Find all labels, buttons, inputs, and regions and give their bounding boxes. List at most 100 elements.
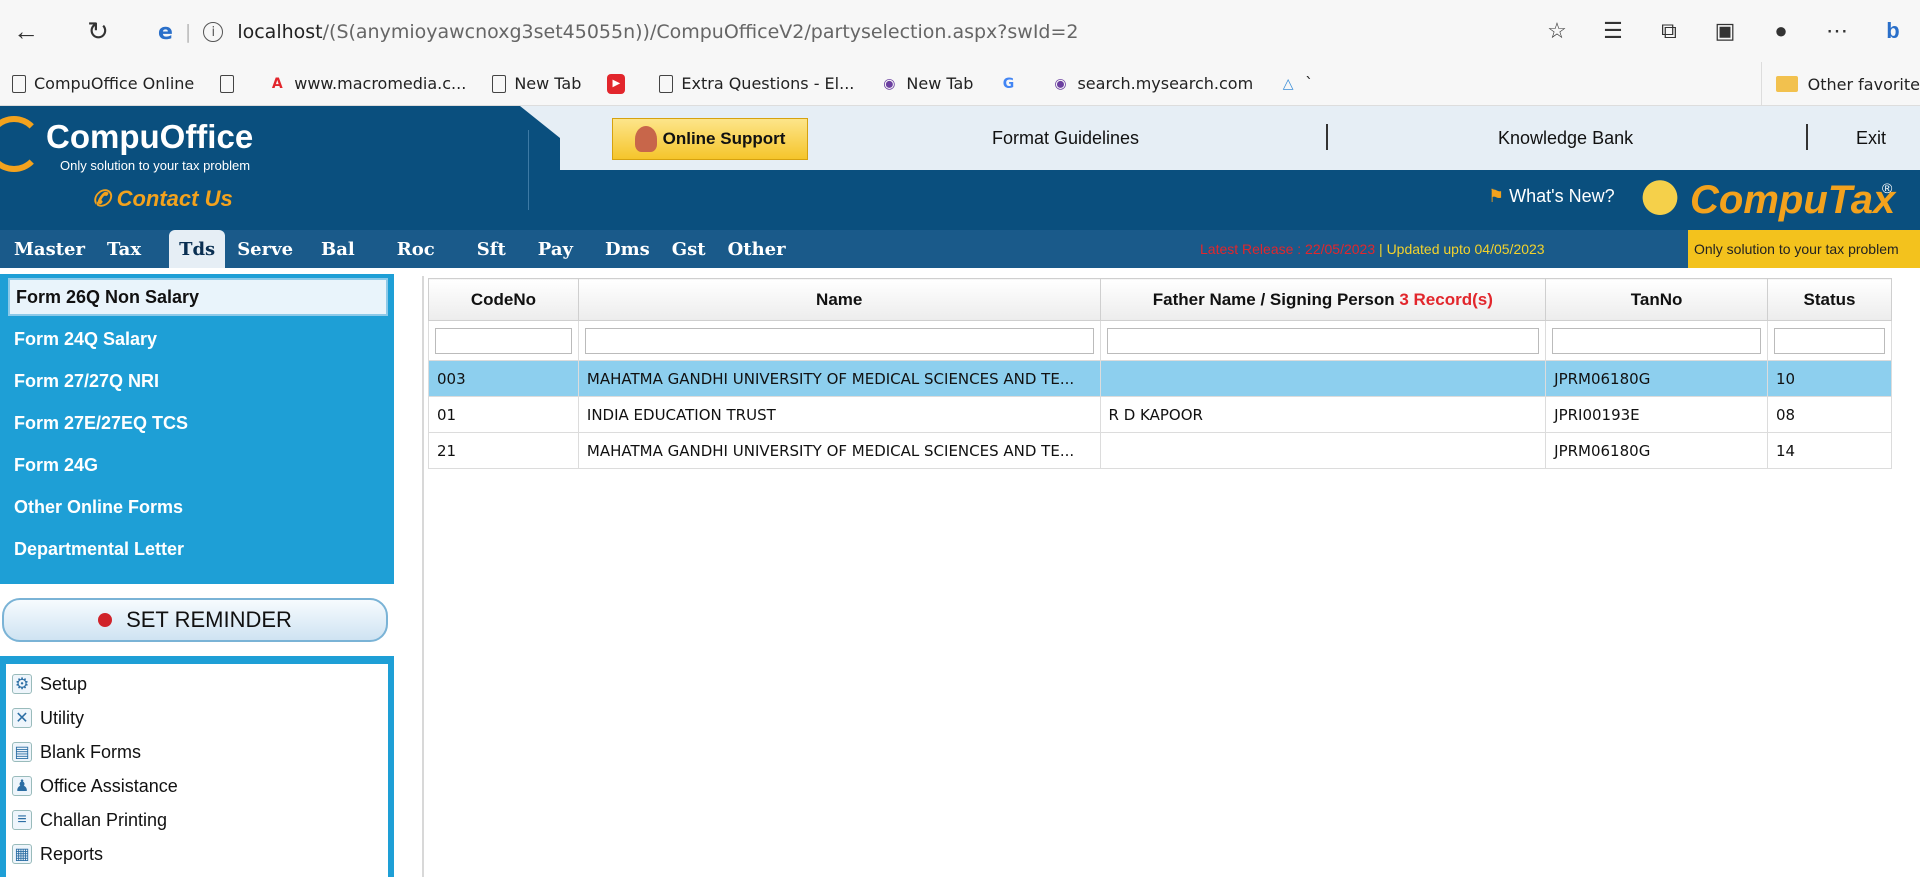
browser-toolbar: ← ↻ e | i localhost /(S(anymioyawcnoxg3s… [0, 0, 1920, 62]
release-separator: | [1375, 241, 1387, 257]
menu-sft[interactable]: Sft [467, 230, 516, 268]
left-item-form-27q[interactable]: Form 27/27Q NRI [8, 362, 388, 400]
col-codeno[interactable]: CodeNo [428, 278, 579, 321]
ie-mode-icon[interactable]: e [158, 20, 173, 45]
extension-icon[interactable]: ▣ [1708, 14, 1742, 48]
table-row[interactable]: 01 INDIA EDUCATION TRUST R D KAPOOR JPRI… [428, 396, 1892, 433]
set-reminder-button[interactable]: SET REMINDER [2, 598, 388, 642]
tool-blank-forms[interactable]: ▤ Blank Forms [12, 736, 141, 768]
left-item-other-online-forms[interactable]: Other Online Forms [8, 488, 388, 526]
table-row[interactable]: 003 MAHATMA GANDHI UNIVERSITY OF MEDICAL… [428, 360, 1892, 397]
bookmark-mysearch[interactable]: ◉ search.mysearch.com [1051, 74, 1253, 94]
format-guidelines-link[interactable]: Format Guidelines [992, 128, 1139, 149]
other-favorites[interactable]: Other favorite [1760, 62, 1920, 106]
bookmark-macromedia[interactable]: Awww.macromedia.c... [268, 74, 466, 94]
filter-name-input[interactable] [584, 327, 1094, 354]
cell-name: MAHATMA GANDHI UNIVERSITY OF MEDICAL SCI… [577, 432, 1101, 469]
tool-reports[interactable]: ▦ Reports [12, 838, 103, 870]
bookmark-label: ` [1305, 74, 1314, 93]
bookmark-youtube[interactable]: ▶ [607, 73, 633, 94]
bing-icon[interactable]: b [1876, 14, 1910, 48]
tool-label: Challan Printing [40, 809, 168, 830]
tool-utility[interactable]: ✕ Utility [12, 702, 84, 734]
grid-header-row: CodeNo Name Father Name / Signing Person… [428, 278, 1892, 321]
menu-roc[interactable]: Roc [387, 230, 445, 268]
challan-icon: ≡ [12, 810, 32, 830]
record-count: 3 Record(s) [1399, 289, 1493, 309]
filter-cell [1099, 320, 1547, 361]
bookmark-compuoffice[interactable]: CompuOffice Online [12, 74, 194, 93]
knowledge-bank-link[interactable]: Knowledge Bank [1498, 128, 1633, 149]
menu-master[interactable]: Master [4, 230, 95, 268]
online-support-label: Online Support [662, 129, 786, 148]
menu-pay[interactable]: Pay [528, 230, 583, 268]
info-icon[interactable]: i [203, 22, 224, 42]
registered-mark: ® [1882, 180, 1893, 196]
bookmark-label: search.mysearch.com [1077, 74, 1254, 93]
more-icon[interactable]: ⋯ [1820, 14, 1854, 48]
cell-status: 10 [1767, 360, 1892, 397]
profile-icon[interactable]: ● [1764, 14, 1798, 48]
bookmark-label: Extra Questions - El... [681, 74, 855, 93]
folder-icon [1775, 76, 1798, 92]
tool-setup[interactable]: ⚙ Setup [12, 668, 87, 700]
back-icon[interactable]: ← [6, 11, 46, 51]
add-favorite-icon[interactable]: ☆ [1540, 14, 1574, 48]
triangle-icon: △ [1282, 75, 1294, 92]
bookmark-blank[interactable] [220, 74, 242, 93]
menu-serve[interactable]: Serve [227, 230, 303, 268]
bookmark-new-tab[interactable]: New Tab [492, 74, 581, 93]
bookmark-google[interactable]: G [999, 74, 1025, 94]
left-item-form-27eq[interactable]: Form 27E/27EQ TCS [8, 404, 388, 442]
bookmark-new-tab-2[interactable]: ◉ New Tab [880, 74, 973, 94]
left-item-form-26q[interactable]: Form 26Q Non Salary [8, 278, 388, 316]
refresh-icon[interactable]: ↻ [78, 11, 118, 51]
browser-actions: ☆ ☰ ⧉ ▣ ● ⋯ b [1540, 8, 1920, 54]
filter-codeno-input[interactable] [435, 327, 572, 354]
tool-challan-printing[interactable]: ≡ Challan Printing [12, 804, 167, 836]
menu-bal[interactable]: Bal [311, 230, 365, 268]
col-status[interactable]: Status [1767, 278, 1892, 321]
collections-icon[interactable]: ⧉ [1652, 14, 1686, 48]
left-item-departmental-letter[interactable]: Departmental Letter [8, 530, 388, 568]
filter-tanno-input[interactable] [1552, 327, 1762, 354]
bookmark-label: CompuOffice Online [34, 74, 195, 93]
left-item-form-24g[interactable]: Form 24G [8, 446, 388, 484]
cell-code: 01 [428, 396, 579, 433]
table-row[interactable]: 21 MAHATMA GANDHI UNIVERSITY OF MEDICAL … [428, 432, 1892, 469]
bookmark-misc[interactable]: △ ` [1279, 74, 1313, 94]
favorites-icon[interactable]: ☰ [1596, 14, 1630, 48]
url-host: localhost [237, 21, 323, 43]
address-bar[interactable]: e | i localhost /(S(anymioyawcnoxg3set45… [130, 14, 1470, 50]
bookmark-extra-questions[interactable]: Extra Questions - El... [659, 74, 854, 93]
filter-father-input[interactable] [1106, 327, 1540, 354]
menu-tds[interactable]: Tds [169, 230, 226, 268]
filter-cell [577, 320, 1101, 361]
filter-status-input[interactable] [1774, 327, 1885, 354]
tds-form-menu: Form 26Q Non Salary Form 24Q Salary Form… [0, 274, 394, 584]
exit-link[interactable]: Exit [1856, 128, 1886, 149]
whats-new-link[interactable]: ⚑ What's New? [1488, 186, 1615, 207]
cell-tan: JPRM06180G [1545, 432, 1769, 469]
filter-cell [1767, 320, 1892, 361]
youtube-icon: ▶ [607, 73, 626, 94]
menu-gst[interactable]: Gst [662, 230, 716, 268]
col-father-name[interactable]: Father Name / Signing Person 3 Record(s) [1099, 278, 1547, 321]
tools-panel: ⚙ Setup ✕ Utility ▤ Blank Forms ♟ Office Ass… [0, 656, 394, 877]
other-favorites-label: Other favorite [1807, 74, 1920, 94]
compuoffice-logo-icon [0, 116, 42, 172]
left-item-form-24q[interactable]: Form 24Q Salary [8, 320, 388, 358]
contact-us-link[interactable]: ✆ Contact Us [92, 186, 233, 212]
menu-other[interactable]: Other [718, 230, 796, 268]
tool-label: Utility [40, 707, 84, 728]
page-icon [659, 74, 674, 93]
online-support-button[interactable]: Online Support [612, 118, 808, 160]
menu-dms[interactable]: Dms [595, 230, 660, 268]
page-icon [12, 74, 26, 93]
col-name[interactable]: Name [577, 278, 1101, 321]
page-icon [492, 74, 507, 93]
col-tanno[interactable]: TanNo [1545, 278, 1769, 321]
menu-tax[interactable]: Tax [97, 230, 151, 268]
tool-office-assistance[interactable]: ♟ Office Assistance [12, 770, 178, 802]
url-path: /(S(anymioyawcnoxg3set45055n))/CompuOffi… [322, 21, 1079, 43]
